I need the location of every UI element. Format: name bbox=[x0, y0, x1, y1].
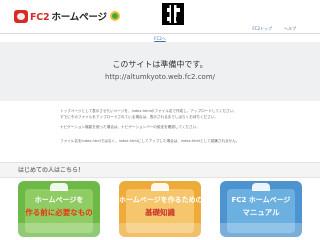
card-line-2: 基礎知識 bbox=[145, 208, 175, 217]
nav-fc2-top-link[interactable]: FC2トップ bbox=[252, 26, 272, 32]
site-url: http://altumkyoto.web.fc2.com/ bbox=[104, 73, 216, 81]
logo-text: FC2 ホームページ bbox=[30, 12, 107, 23]
qr-code-icon bbox=[162, 3, 184, 25]
card-tab-icon bbox=[151, 183, 169, 191]
card-tab-icon bbox=[252, 183, 270, 191]
fc2-logo-icon bbox=[14, 9, 28, 23]
mascot-icon bbox=[109, 11, 120, 21]
card-line-1: ホームページを作るための bbox=[119, 196, 201, 204]
welcome-title: はじめての人はこちら！ bbox=[18, 167, 85, 174]
welcome-bar: はじめての人はこちら！ bbox=[0, 162, 320, 178]
guide-cards: ホームページを 作る前に必要なもの ホームページを作るための 基礎知識 FC2 … bbox=[18, 181, 302, 240]
card-line-1: ホームページを bbox=[34, 196, 84, 204]
fc2-link[interactable]: FC2へ bbox=[154, 36, 166, 41]
top-nav: FC2トップ ヘルプ bbox=[252, 26, 296, 32]
card-tab-icon bbox=[50, 183, 68, 191]
card-line-1: FC2 ホームページ bbox=[231, 196, 291, 204]
card-basics[interactable]: ホームページを作るための 基礎知識 bbox=[119, 181, 201, 237]
info-text-2: ナビゲーション機能を使った場合は、ナビゲーションバーの設定を確認してください。 bbox=[60, 125, 200, 129]
fc2-homepage-logo[interactable]: FC2 ホームページ bbox=[14, 9, 120, 23]
card-line-2: 作る前に必要なもの bbox=[25, 208, 93, 217]
card-glow bbox=[119, 223, 201, 237]
nav-help-link[interactable]: ヘルプ bbox=[284, 26, 296, 32]
info-text-1: トップページとして表示させたいページを、index.htmlのファイル名で作成し… bbox=[60, 109, 237, 119]
info-text-3: ファイル名をindex.htmlではなく、index.htmlにしてアップした場… bbox=[60, 139, 240, 143]
card-before-making[interactable]: ホームページを 作る前に必要なもの bbox=[18, 181, 100, 237]
card-glow bbox=[220, 223, 302, 237]
page: FC2 ホームページ FC2トップ ヘルプ FC2へ このサイトは準備中です。 h… bbox=[0, 0, 320, 240]
notice-title: このサイトは準備中です。 bbox=[112, 60, 208, 69]
card-line-2: マニュアル bbox=[242, 208, 280, 217]
card-glow bbox=[18, 223, 100, 237]
notice-panel: このサイトは準備中です。 http://altumkyoto.web.fc2.c… bbox=[0, 42, 320, 101]
card-manual[interactable]: FC2 ホームページ マニュアル bbox=[220, 181, 302, 237]
header-divider bbox=[0, 33, 320, 34]
